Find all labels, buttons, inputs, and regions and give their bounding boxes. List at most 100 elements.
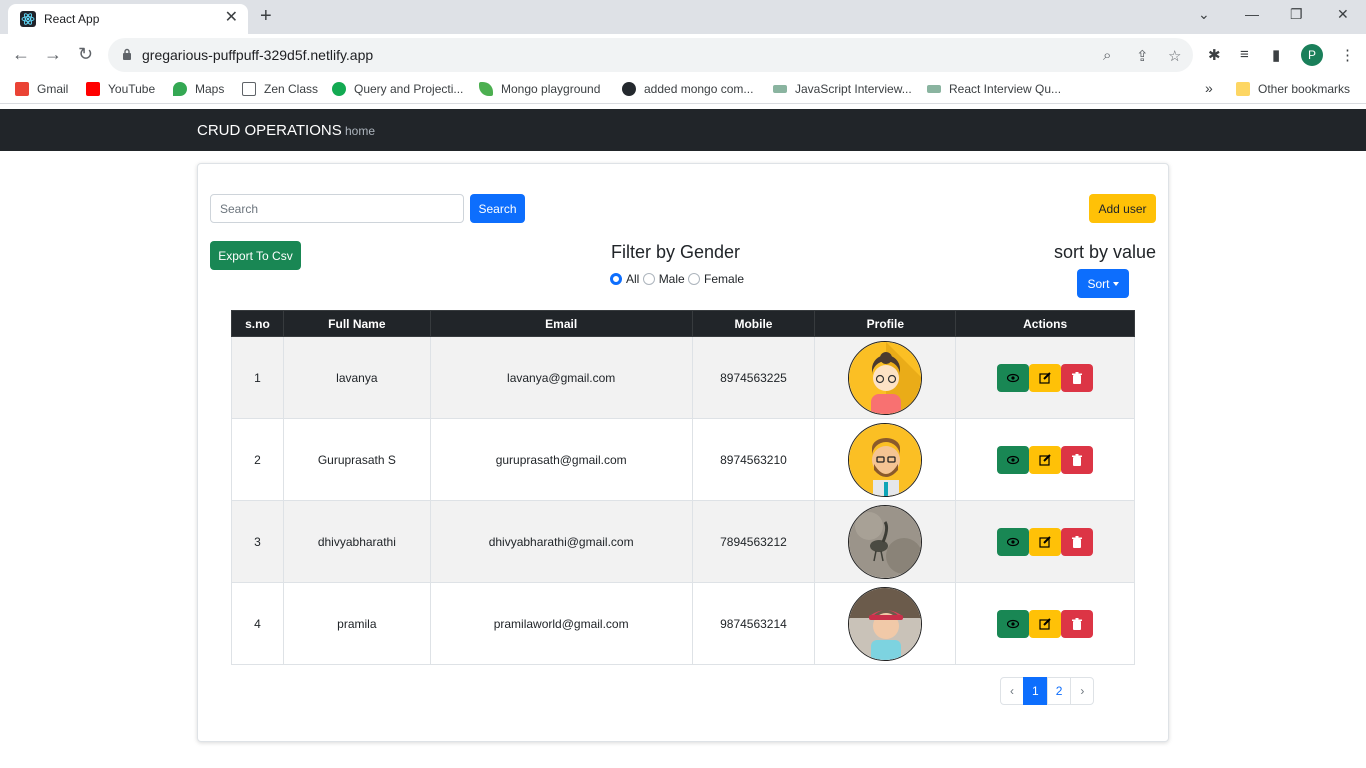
eye-icon (1007, 537, 1020, 546)
view-button[interactable] (997, 527, 1030, 556)
sort-dropdown-button[interactable]: Sort (1077, 269, 1129, 298)
header-mobile: Mobile (691, 310, 816, 337)
browser-tab[interactable]: React App ✕ (8, 4, 248, 34)
chart-bookmark-icon (927, 85, 941, 93)
pagination-next[interactable]: › (1070, 677, 1095, 705)
edit-button[interactable] (1029, 609, 1062, 638)
chart-bookmark-icon (773, 85, 787, 93)
edit-button[interactable] (1029, 445, 1062, 474)
bookmark-label: added mongo com... (644, 82, 754, 96)
trash-icon (1072, 617, 1083, 630)
extensions-icon[interactable]: ✱ (1208, 46, 1221, 64)
profile-avatar[interactable]: P (1301, 44, 1323, 66)
new-tab-button[interactable]: + (260, 6, 272, 26)
edit-icon (1039, 535, 1051, 548)
delete-button[interactable] (1061, 609, 1094, 638)
table-row: 1 lavanya lavanya@gmail.com 8974563225 (231, 336, 1135, 419)
bookmark-mongo-playground[interactable]: Mongo playground (479, 82, 600, 96)
tab-close-icon[interactable]: ✕ (225, 10, 238, 26)
bookmark-gmail[interactable]: Gmail (15, 82, 68, 96)
trash-icon (1072, 371, 1083, 384)
cell-mobile: 7894563212 (691, 500, 816, 583)
export-csv-button[interactable]: Export To Csv (210, 241, 301, 270)
bookmark-maps[interactable]: Maps (173, 82, 224, 96)
pagination-prev[interactable]: ‹ (1000, 677, 1024, 705)
gender-label-all: All (626, 272, 640, 286)
other-bookmarks[interactable]: Other bookmarks (1236, 82, 1350, 96)
zoom-icon[interactable]: ⌕ (1103, 47, 1111, 64)
gender-radio-female[interactable] (688, 273, 701, 285)
pagination-page-1[interactable]: 1 (1023, 677, 1048, 705)
forward-icon[interactable]: → (44, 44, 62, 64)
edit-button[interactable] (1029, 363, 1062, 392)
pagination-page-2[interactable]: 2 (1046, 677, 1072, 705)
reload-icon[interactable]: ↻ (78, 44, 93, 64)
view-button[interactable] (997, 445, 1030, 474)
users-table: s.no Full Name Email Mobile Profile Acti… (231, 310, 1135, 665)
gender-label-female: Female (704, 272, 745, 286)
delete-button[interactable] (1061, 527, 1094, 556)
share-icon[interactable]: ⇪ (1136, 47, 1149, 65)
search-button[interactable]: Search (470, 194, 525, 223)
bookmark-label: Maps (195, 82, 225, 96)
minimize-icon[interactable]: — (1245, 6, 1259, 22)
cell-full-name: Guruprasath S (282, 418, 431, 501)
window-close-icon[interactable]: ✕ (1337, 6, 1349, 23)
delete-button[interactable] (1061, 445, 1094, 474)
tab-title: React App (44, 12, 100, 26)
side-panel-icon[interactable]: ▮ (1272, 46, 1280, 64)
edit-button[interactable] (1029, 527, 1062, 556)
cell-email: dhivyabharathi@gmail.com (429, 500, 693, 583)
delete-button[interactable] (1061, 363, 1094, 392)
view-button[interactable] (997, 609, 1030, 638)
bookmark-github[interactable]: added mongo com... (622, 82, 753, 96)
bookmark-star-icon[interactable]: ☆ (1168, 47, 1181, 65)
gender-radio-male[interactable] (642, 273, 655, 285)
cell-sno: 3 (231, 500, 284, 583)
eye-icon (1007, 373, 1020, 382)
other-bookmarks-label: Other bookmarks (1258, 82, 1351, 96)
edit-icon (1039, 371, 1051, 384)
bookmark-label: Mongo playground (501, 82, 601, 96)
bookmark-label: React Interview Qu... (949, 82, 1062, 96)
gender-radio-all[interactable] (610, 273, 622, 285)
table-row: 3 dhivyabharathi dhivyabharathi@gmail.co… (231, 500, 1135, 583)
bookmark-zen-class[interactable]: Zen Class (242, 82, 318, 96)
media-control-icon[interactable]: ≡ (1240, 46, 1249, 63)
cell-full-name: lavanya (282, 336, 431, 419)
restore-icon[interactable]: ❐ (1290, 6, 1303, 23)
cell-mobile: 9874563214 (691, 582, 816, 665)
cell-profile (814, 500, 957, 583)
cell-sno: 1 (231, 336, 284, 419)
filter-gender-title: Filter by Gender (611, 242, 741, 262)
bookmark-javascript-interview[interactable]: JavaScript Interview... (773, 82, 912, 96)
tab-search-icon[interactable]: ⌄ (1198, 6, 1210, 23)
add-user-button[interactable]: Add user (1089, 194, 1156, 223)
cell-actions (955, 418, 1135, 501)
navbar-brand[interactable]: CRUD OPERATIONS (197, 122, 342, 139)
bookmark-youtube[interactable]: YouTube (86, 82, 155, 96)
bookmarks-bar: Gmail YouTube Maps Zen Class Query and P… (0, 76, 1366, 104)
bookmark-react-interview[interactable]: React Interview Qu... (927, 82, 1061, 96)
nav-link-home[interactable]: home (345, 124, 375, 138)
mongo-playground-icon (479, 82, 493, 96)
sort-button-label: Sort (1087, 276, 1110, 291)
bookmark-label: YouTube (108, 82, 156, 96)
menu-kebab-icon[interactable]: ⋮ (1340, 46, 1355, 64)
profile-avatar-female (848, 340, 923, 415)
cell-actions (955, 336, 1135, 419)
cell-profile (814, 418, 957, 501)
address-bar[interactable]: gregarious-puffpuff-329d5f.netlify.app ⌕… (108, 38, 1193, 72)
header-profile: Profile (814, 310, 957, 337)
search-input[interactable] (210, 194, 464, 223)
back-icon[interactable]: ← (12, 44, 30, 64)
header-full-name: Full Name (282, 310, 431, 337)
table-row: 2 Guruprasath S guruprasath@gmail.com 89… (231, 418, 1135, 501)
cell-email: guruprasath@gmail.com (429, 418, 693, 501)
gmail-icon (15, 82, 29, 96)
bookmarks-overflow-icon[interactable]: » (1205, 80, 1213, 96)
cell-profile (814, 336, 957, 419)
view-button[interactable] (997, 363, 1030, 392)
profile-avatar-photo (848, 504, 923, 579)
bookmark-query-projection[interactable]: Query and Projecti... (332, 82, 463, 96)
